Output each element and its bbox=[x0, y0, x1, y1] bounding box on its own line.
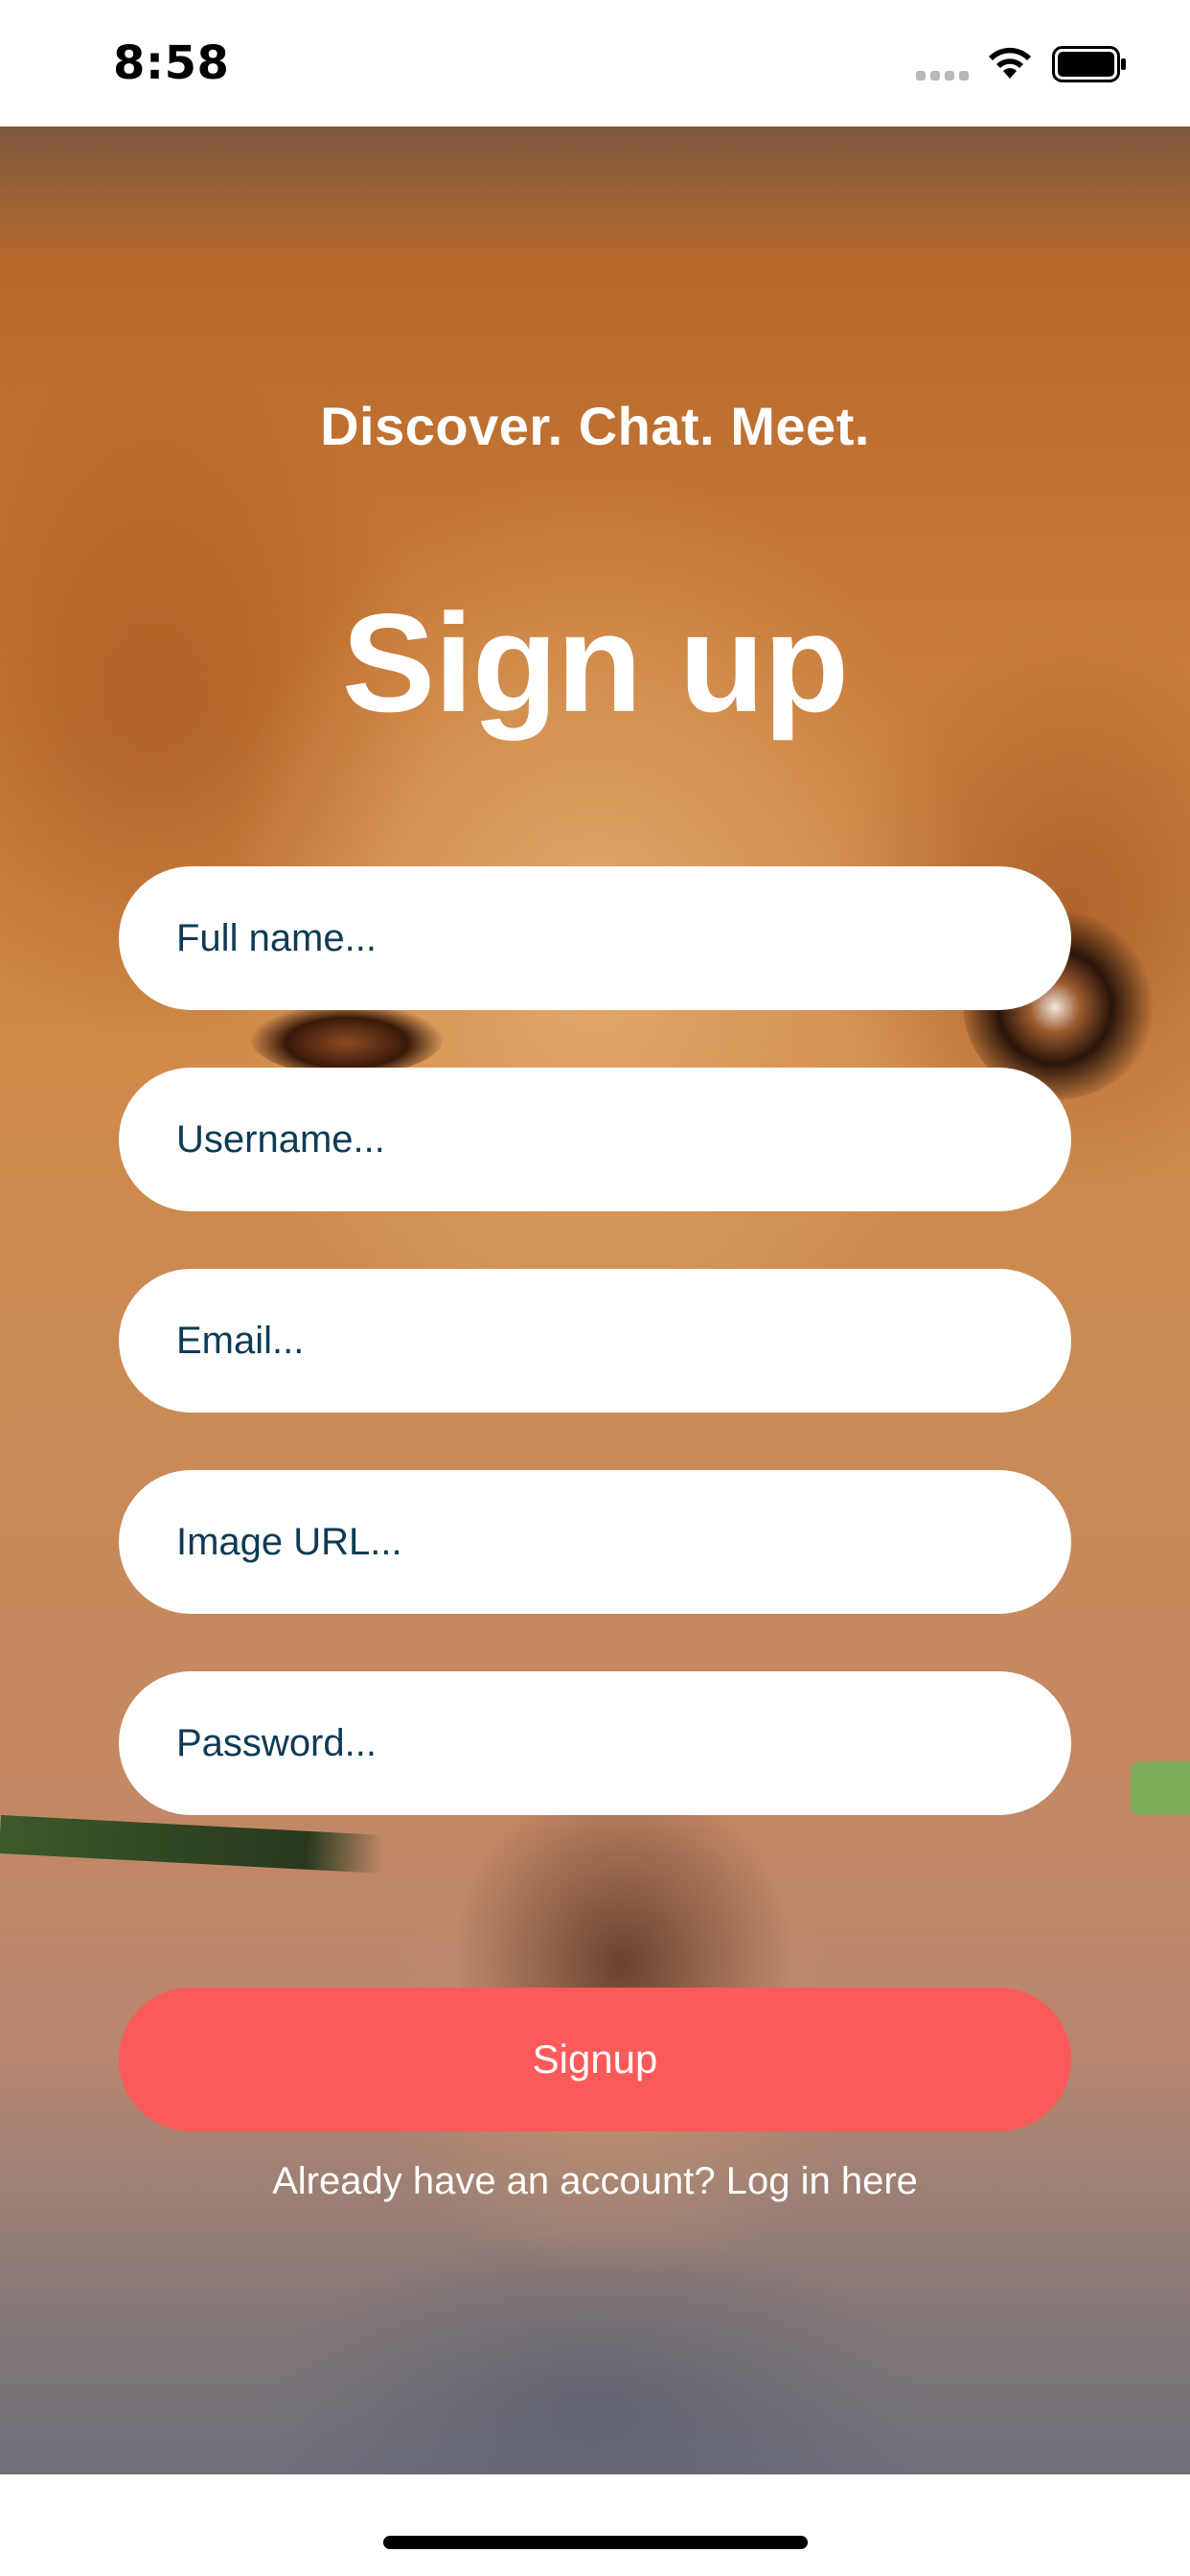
status-bar: 8:58 bbox=[0, 0, 1190, 126]
page-title: Sign up bbox=[341, 585, 849, 741]
home-indicator[interactable] bbox=[383, 2536, 808, 2549]
signal-dots-icon bbox=[916, 71, 970, 80]
email-input[interactable] bbox=[119, 1269, 1071, 1413]
bottom-safe-area bbox=[0, 2474, 1190, 2576]
photo-detail-stick-end bbox=[1131, 1761, 1190, 1815]
tagline: Discover. Chat. Meet. bbox=[320, 396, 870, 456]
image-url-input[interactable] bbox=[119, 1470, 1071, 1614]
photo-detail-left-eye bbox=[251, 1003, 443, 1075]
photo-detail-stick bbox=[0, 1815, 384, 1874]
login-link[interactable]: Already have an account? Log in here bbox=[0, 2160, 1190, 2203]
username-input[interactable] bbox=[119, 1068, 1071, 1211]
battery-icon bbox=[1052, 46, 1126, 82]
full-name-input[interactable] bbox=[119, 866, 1071, 1010]
password-input[interactable] bbox=[119, 1671, 1071, 1815]
wifi-icon bbox=[989, 47, 1031, 79]
signup-button[interactable]: Signup bbox=[119, 1988, 1071, 2131]
status-time: 8:58 bbox=[113, 36, 230, 90]
